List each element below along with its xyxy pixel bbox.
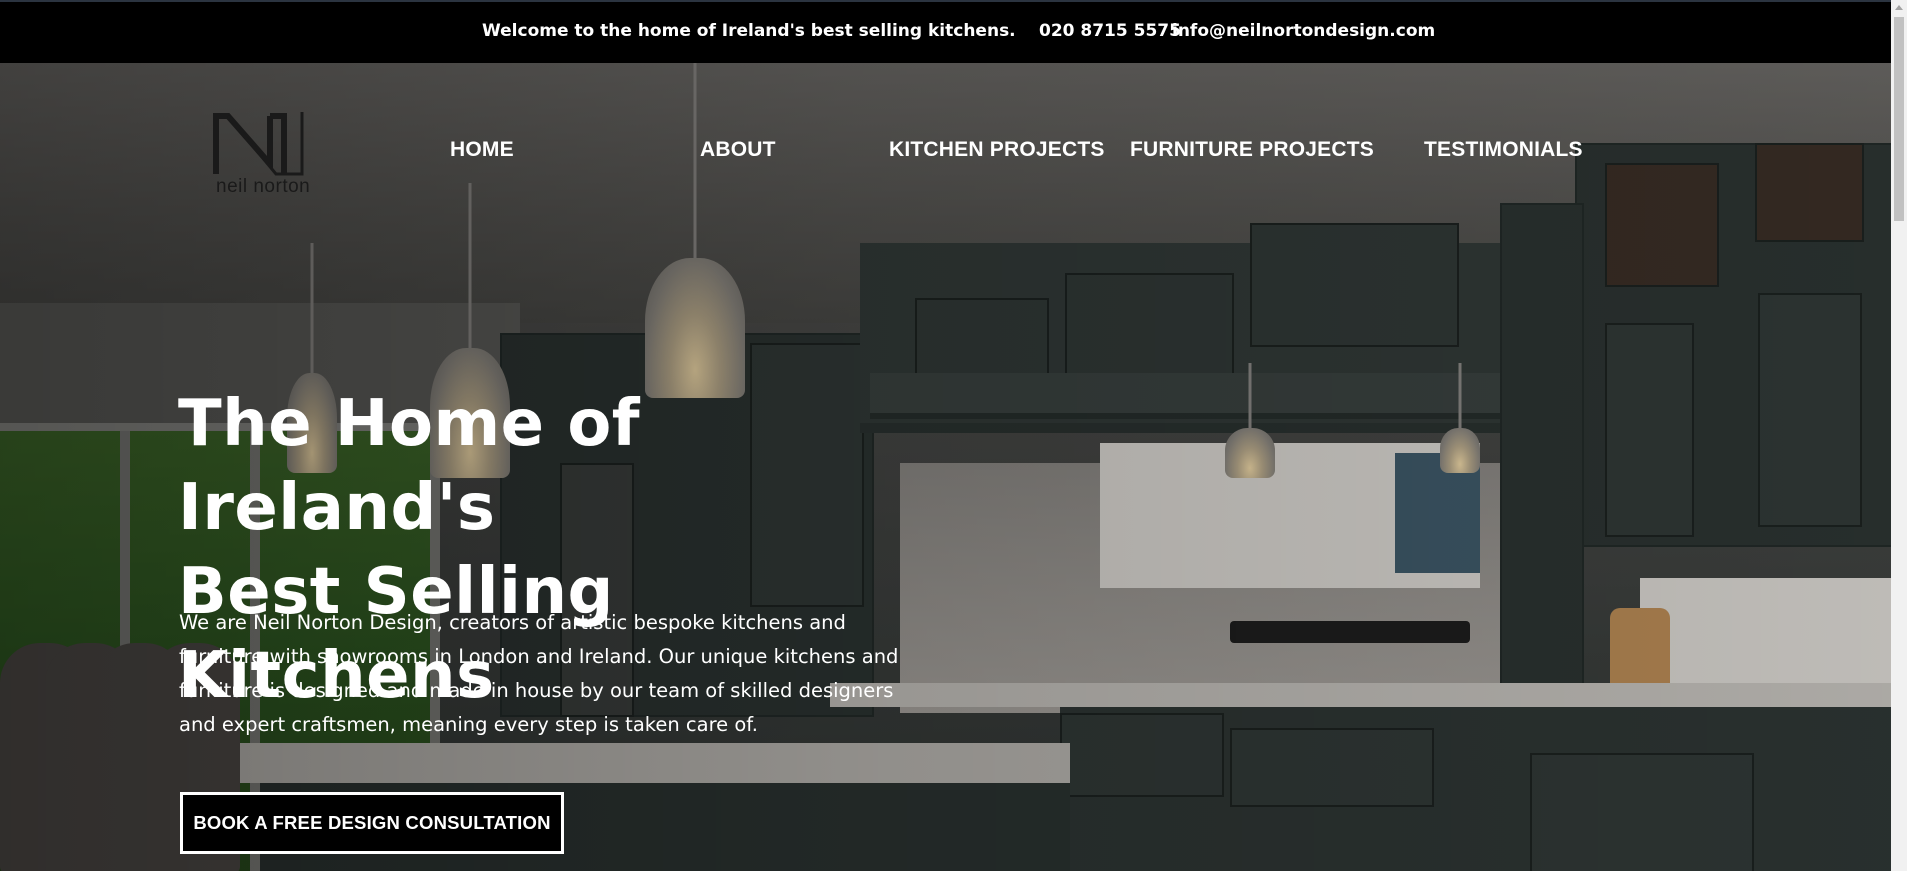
hero-title-line-1: The Home of Ireland's [178,387,641,545]
announcement-bar: Welcome to the home of Ireland's best se… [0,0,1891,63]
hero-description: We are Neil Norton Design, creators of a… [179,611,899,736]
book-consultation-button[interactable]: BOOK A FREE DESIGN CONSULTATION [180,792,564,854]
nav-furniture-projects[interactable]: FURNITURE PROJECTS [1130,138,1374,162]
page-scrollbar[interactable] [1891,0,1907,871]
scroll-up-arrow-icon[interactable] [1895,5,1903,10]
page: Welcome to the home of Ireland's best se… [0,0,1907,871]
nav-about[interactable]: ABOUT [700,138,776,162]
email-link[interactable]: info@neilnortondesign.com [1172,21,1435,41]
nav-home[interactable]: HOME [450,138,514,162]
nav-kitchen-projects[interactable]: KITCHEN PROJECTS [889,138,1105,162]
phone-link[interactable]: 020 8715 5575 [1039,21,1181,41]
scrollbar-thumb[interactable] [1894,17,1904,221]
logo-wordmark: neil norton [216,176,311,197]
nav-testimonials[interactable]: TESTIMONIALS [1424,138,1583,162]
welcome-text: Welcome to the home of Ireland's best se… [482,21,1016,41]
